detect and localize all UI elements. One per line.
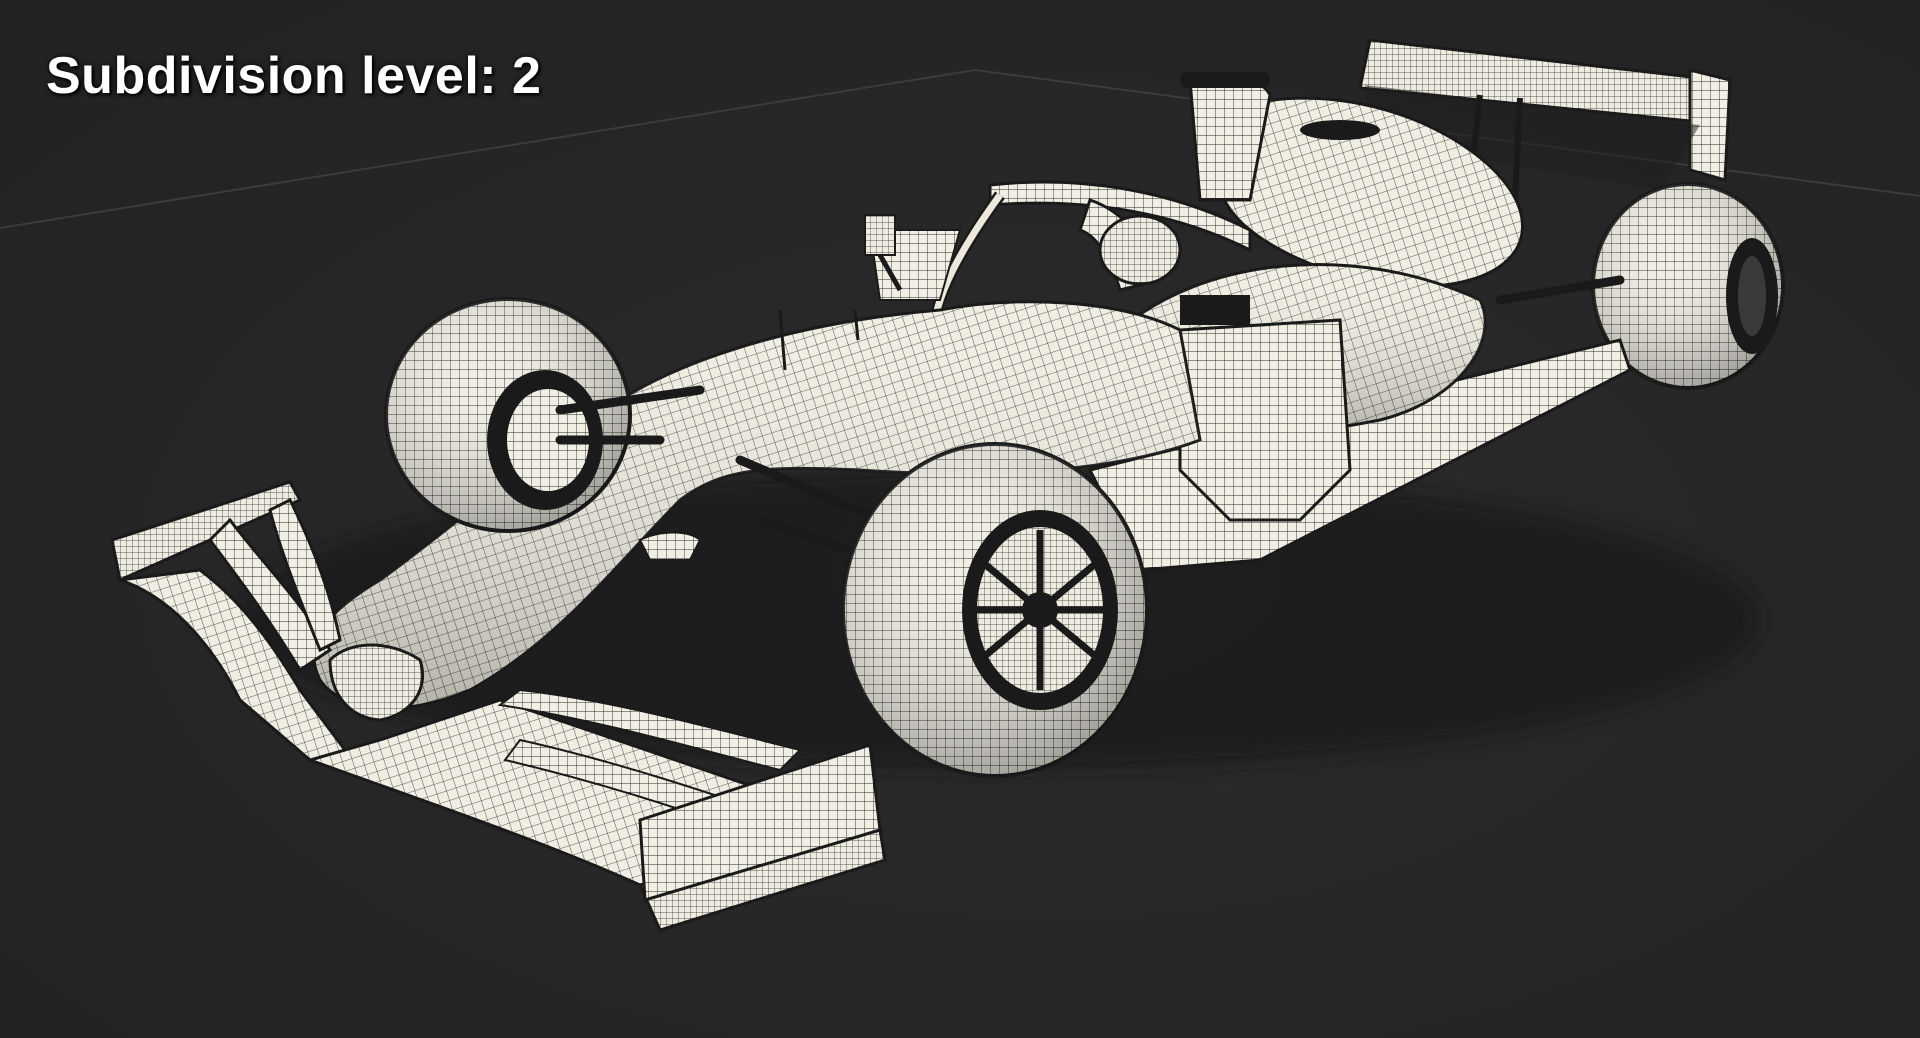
front-right-tire [841, 442, 1149, 778]
scene-render [0, 38, 1920, 932]
subdivision-level-label: Subdivision level: 2 [46, 47, 542, 105]
f1-car-wireframe [110, 38, 1785, 932]
front-left-tire [384, 297, 632, 533]
3d-viewport[interactable]: Subdivision level: 2 [0, 0, 1920, 1038]
